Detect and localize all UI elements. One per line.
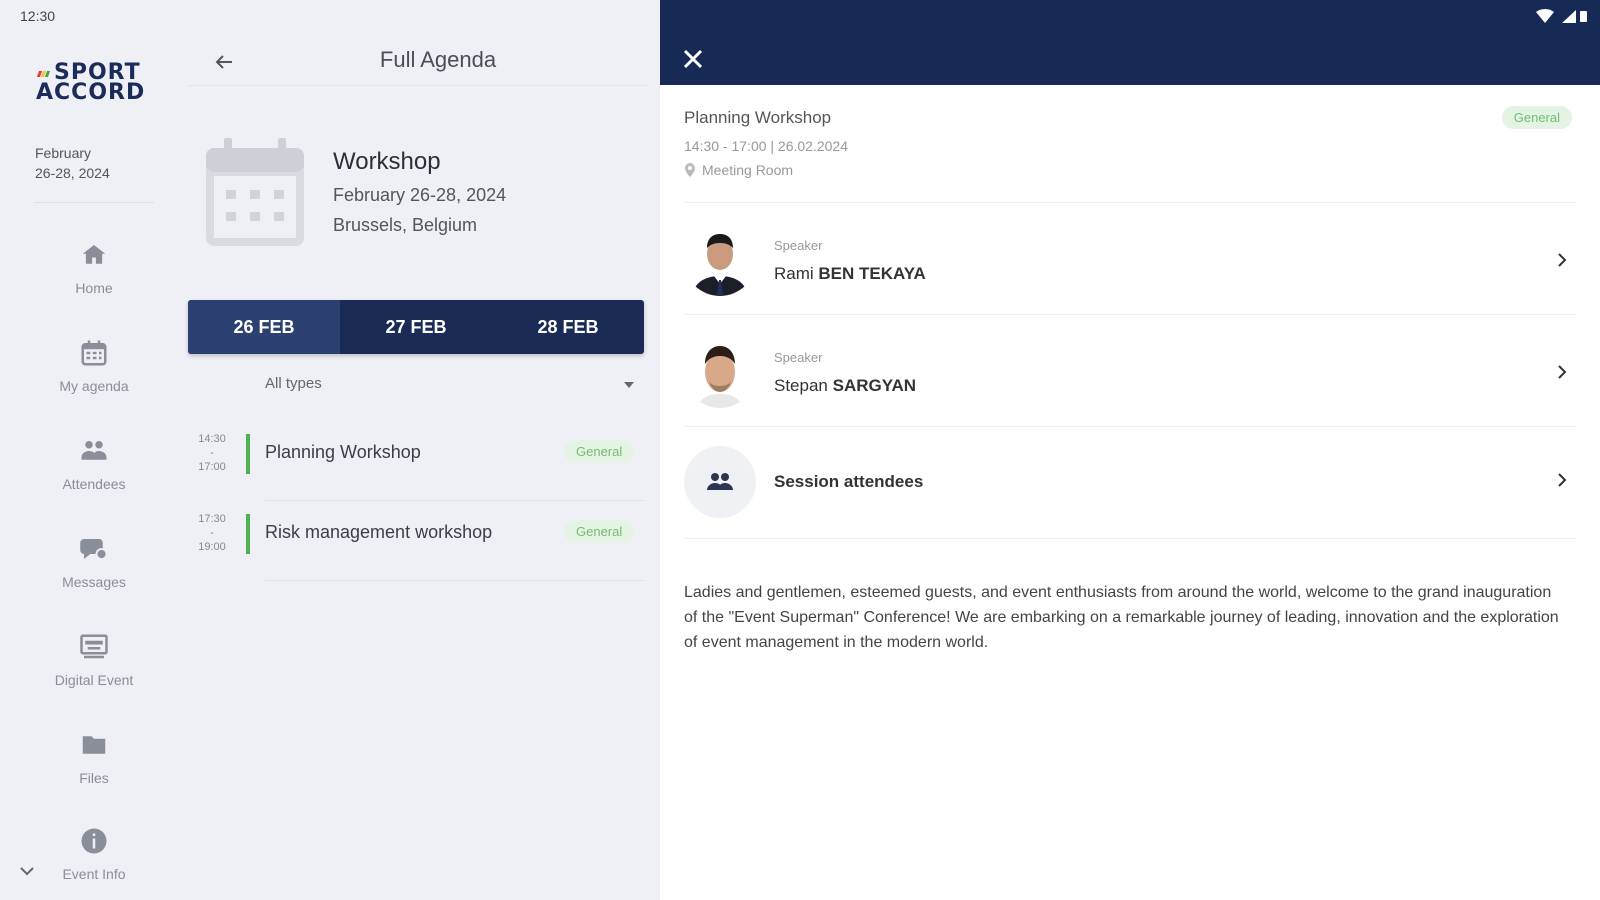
day-tabs: 26 FEB 27 FEB 28 FEB <box>188 300 644 354</box>
calendar-icon <box>81 340 107 366</box>
session-title: Risk management workshop <box>265 522 493 542</box>
session-time: 14:30 - 17:00 <box>194 432 230 474</box>
detail-topbar <box>660 0 1600 85</box>
dropdown-caret-icon[interactable] <box>624 382 634 388</box>
session-attendees-label: Session attendees <box>774 472 924 491</box>
detail-title: Planning Workshop <box>684 108 832 127</box>
nav-item-my-agenda[interactable]: My agenda <box>34 338 154 394</box>
nav-item-attendees[interactable]: Attendees <box>34 436 154 492</box>
speaker-first-name: Stepan <box>774 376 828 395</box>
location-pin-icon <box>685 163 695 177</box>
sportaccord-logo[interactable]: SPORT ACCORD <box>36 60 156 110</box>
folder-icon <box>82 736 106 754</box>
date-month: February <box>35 145 92 161</box>
speaker-name: Rami BEN TEKAYA <box>774 264 926 284</box>
digital-event-icon <box>80 634 108 659</box>
type-badge: General <box>564 440 635 463</box>
event-calendar-icon <box>206 138 304 246</box>
nav-label-home: Home <box>75 280 113 296</box>
session-description: Ladies and gentlemen, esteemed guests, a… <box>684 584 1559 651</box>
type-badge: General <box>564 520 635 543</box>
session-attendees-row[interactable]: Session attendees <box>684 424 1576 534</box>
nav-item-digital-event[interactable]: Digital Event <box>34 632 154 688</box>
session-divider <box>265 500 645 501</box>
type-filter[interactable]: All types <box>265 375 322 392</box>
session-start: 14:30 <box>198 433 226 445</box>
session-accent-bar <box>246 434 250 474</box>
chevron-right-icon <box>1558 365 1567 379</box>
session-accent-bar <box>246 514 250 554</box>
session-title: Planning Workshop <box>265 442 421 462</box>
nav-item-messages[interactable]: Messages <box>34 534 154 590</box>
session-end: 19:00 <box>198 541 226 553</box>
info-icon <box>81 828 107 854</box>
event-name: Workshop <box>333 148 441 175</box>
tab-28-feb[interactable]: 28 FEB <box>492 300 644 354</box>
nav-label-digital-event: Digital Event <box>54 672 134 688</box>
nav-label-my-agenda: My agenda <box>59 378 129 394</box>
avatar <box>684 336 756 408</box>
close-icon[interactable] <box>682 48 704 70</box>
attendees-circle <box>684 446 756 518</box>
type-badge: General <box>1501 106 1572 129</box>
tab-26-feb[interactable]: 26 FEB <box>188 300 340 354</box>
agenda-panel: Full Agenda Workshop February 26-28, 202… <box>188 0 658 900</box>
event-place: Brussels, Belgium <box>333 215 478 235</box>
logo-mark <box>36 64 52 77</box>
header-divider <box>188 85 648 86</box>
detail-time: 14:30 - 17:00 | 26.02.2024 <box>684 138 848 154</box>
detail-location: Meeting Room <box>684 162 793 178</box>
session-item[interactable]: 17:30 - 19:00 Risk management workshop G… <box>188 512 648 590</box>
chevron-right-icon <box>1558 473 1567 487</box>
speaker-first-name: Rami <box>774 264 814 283</box>
time-dash: - <box>210 447 214 459</box>
session-end: 17:00 <box>198 461 226 473</box>
time-dash: - <box>210 527 214 539</box>
event-date: February 26-28, 2024 <box>333 185 507 205</box>
rail-divider <box>34 202 154 203</box>
speaker-kicker: Speaker <box>774 238 823 253</box>
nav-item-files[interactable]: Files <box>34 730 154 786</box>
attendees-icon <box>81 441 107 460</box>
divider <box>684 202 1576 203</box>
speaker-row[interactable]: Speaker Rami BEN TEKAYA <box>684 204 1576 314</box>
messages-icon <box>80 539 108 560</box>
home-icon <box>82 245 106 264</box>
speaker-last-name: BEN TEKAYA <box>818 264 926 283</box>
group-icon <box>707 473 733 490</box>
page-title: Full Agenda <box>379 47 497 72</box>
divider <box>684 538 1576 539</box>
speaker-row[interactable]: Speaker Stepan SARGYAN <box>684 316 1576 426</box>
speaker-name: Stepan SARGYAN <box>774 376 916 396</box>
location-text: Meeting Room <box>702 162 794 178</box>
speaker-last-name: SARGYAN <box>832 376 917 395</box>
nav-label-event-info: Event Info <box>62 866 126 882</box>
chevron-down-icon[interactable] <box>18 864 36 878</box>
session-start: 17:30 <box>198 513 226 525</box>
session-divider <box>265 580 645 581</box>
divider <box>684 314 1576 315</box>
session-detail-panel: Planning Workshop General 14:30 - 17:00 … <box>660 0 1600 900</box>
status-bar-icons <box>1536 9 1587 23</box>
date-days: 26-28, 2024 <box>35 165 110 181</box>
nav-rail: SPORT ACCORD February 26-28, 2024 Home M… <box>0 0 188 900</box>
avatar <box>684 224 756 296</box>
nav-item-home[interactable]: Home <box>34 240 154 296</box>
logo-line2: ACCORD <box>36 80 146 105</box>
nav-label-attendees: Attendees <box>62 476 126 492</box>
session-time: 17:30 - 19:00 <box>194 512 230 554</box>
nav-label-files: Files <box>79 770 109 786</box>
chevron-right-icon <box>1558 253 1567 267</box>
tab-27-feb[interactable]: 27 FEB <box>340 300 492 354</box>
session-item[interactable]: 14:30 - 17:00 Planning Workshop General <box>188 432 648 510</box>
nav-item-event-info[interactable]: Event Info <box>34 826 154 882</box>
nav-label-messages: Messages <box>62 574 126 590</box>
speaker-kicker: Speaker <box>774 350 823 365</box>
event-date-range: February 26-28, 2024 <box>35 143 110 183</box>
